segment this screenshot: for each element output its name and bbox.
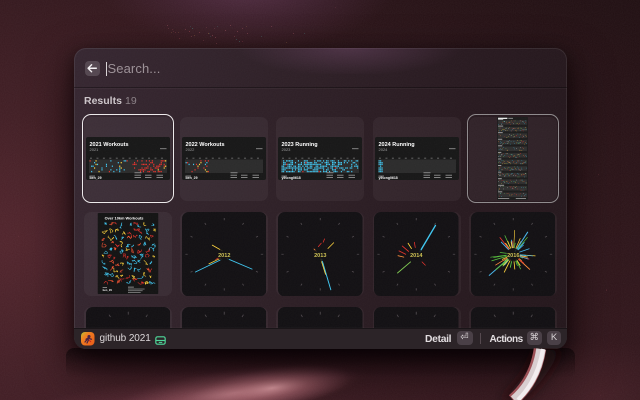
svg-text:2021: 2021 bbox=[90, 147, 100, 152]
svg-text:ben_29: ben_29 bbox=[103, 288, 113, 292]
svg-text:2024: 2024 bbox=[378, 147, 388, 152]
svg-text:yihong0618: yihong0618 bbox=[378, 176, 397, 180]
svg-text:yihong0618: yihong0618 bbox=[282, 176, 301, 180]
svg-text:ben_29: ben_29 bbox=[186, 176, 198, 180]
svg-text:2013: 2013 bbox=[314, 253, 326, 259]
svg-text:ben_29: ben_29 bbox=[90, 176, 102, 180]
svg-text:2014: 2014 bbox=[410, 253, 423, 259]
svg-text:2023: 2023 bbox=[282, 147, 292, 152]
svg-text:Over 10km Workouts: Over 10km Workouts bbox=[105, 216, 144, 221]
svg-text:2012: 2012 bbox=[218, 253, 230, 259]
svg-text:2022: 2022 bbox=[186, 147, 196, 152]
svg-text:2016: 2016 bbox=[507, 253, 519, 259]
